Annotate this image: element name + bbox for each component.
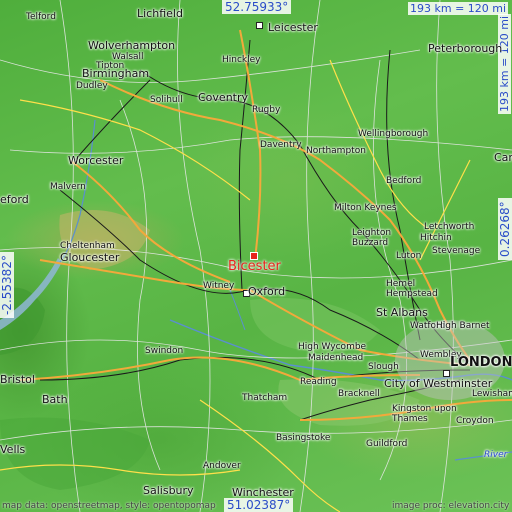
city-label: St Albans (376, 306, 428, 319)
city-label: Thatcham (242, 393, 288, 403)
city-label: Reading (300, 377, 337, 387)
city-label: Hinckley (222, 55, 261, 65)
city-label: Hemel Hempstead (386, 279, 438, 299)
city-label: Cam (494, 151, 512, 164)
city-label: Oxford (248, 285, 286, 298)
city-label: Coventry (198, 91, 249, 104)
city-label: Winchester (232, 486, 294, 499)
city-label: Northampton (306, 146, 366, 156)
highlighted-city-label[interactable]: Bicester (228, 260, 281, 273)
city-label: Stevenage (432, 246, 481, 256)
city-label: Hitchin (420, 233, 452, 243)
city-label: Leighton Buzzard (352, 228, 392, 248)
city-label: Andover (203, 461, 241, 471)
city-label: Dudley (76, 81, 108, 91)
city-label: Basingstoke (276, 433, 331, 443)
city-label: Salisbury (143, 484, 194, 497)
city-label: Guildford (366, 439, 408, 449)
city-label: Milton Keynes (334, 203, 397, 213)
left-longitude-label: -2.55382° (0, 252, 14, 318)
city-label: Wellingborough (358, 129, 429, 139)
city-label: Daventry (260, 140, 302, 150)
city-label: Rugby (252, 105, 281, 115)
scale-bar-right: 193 km = 120 mi (498, 13, 511, 114)
city-label: Bedford (386, 176, 422, 186)
city-label: Leicester (268, 21, 318, 34)
right-longitude-label: 0.26268° (498, 198, 512, 260)
city-label-london: LONDON (450, 355, 512, 370)
city-label: Malvern (50, 182, 86, 192)
city-label: Slough (368, 362, 399, 372)
city-label: Swindon (145, 346, 184, 356)
city-label: Witney (203, 281, 235, 291)
city-label: Birmingham (82, 67, 150, 80)
city-label: Vells (0, 443, 26, 456)
top-latitude-label: 52.75933° (222, 0, 292, 14)
topographic-map[interactable]: 52.75933° 51.02387° -2.55382° 0.26268° 1… (0, 0, 512, 512)
city-label: eford (0, 193, 29, 206)
city-label: High Barnet (436, 321, 490, 331)
city-label: Luton (396, 251, 422, 261)
bottom-latitude-label: 51.02387° (224, 498, 294, 512)
city-label: Bristol (0, 373, 35, 386)
city-label: Lichfield (137, 7, 183, 20)
city-label: Peterborough (428, 42, 503, 55)
city-dot (256, 22, 263, 29)
city-label: Bracknell (338, 389, 380, 399)
city-label: Telford (26, 12, 56, 22)
attribution-map-data: map data: openstreetmap, style: opentopo… (2, 501, 216, 511)
city-label: Worcester (68, 154, 124, 167)
river-label: River (484, 450, 508, 460)
city-label: Maidenhead (308, 353, 364, 363)
city-dot (443, 370, 450, 377)
city-label: Bath (42, 393, 68, 406)
city-label: Gloucester (60, 251, 120, 264)
city-label: Croydon (456, 416, 494, 426)
city-label: Solihull (150, 95, 183, 105)
attribution-image-proc: image proc: elevation.city (392, 501, 510, 511)
city-label: Kingston upon Thames (392, 404, 457, 424)
city-label: Lewisham (472, 389, 512, 399)
scale-bar-top: 193 km = 120 mi (408, 2, 509, 15)
